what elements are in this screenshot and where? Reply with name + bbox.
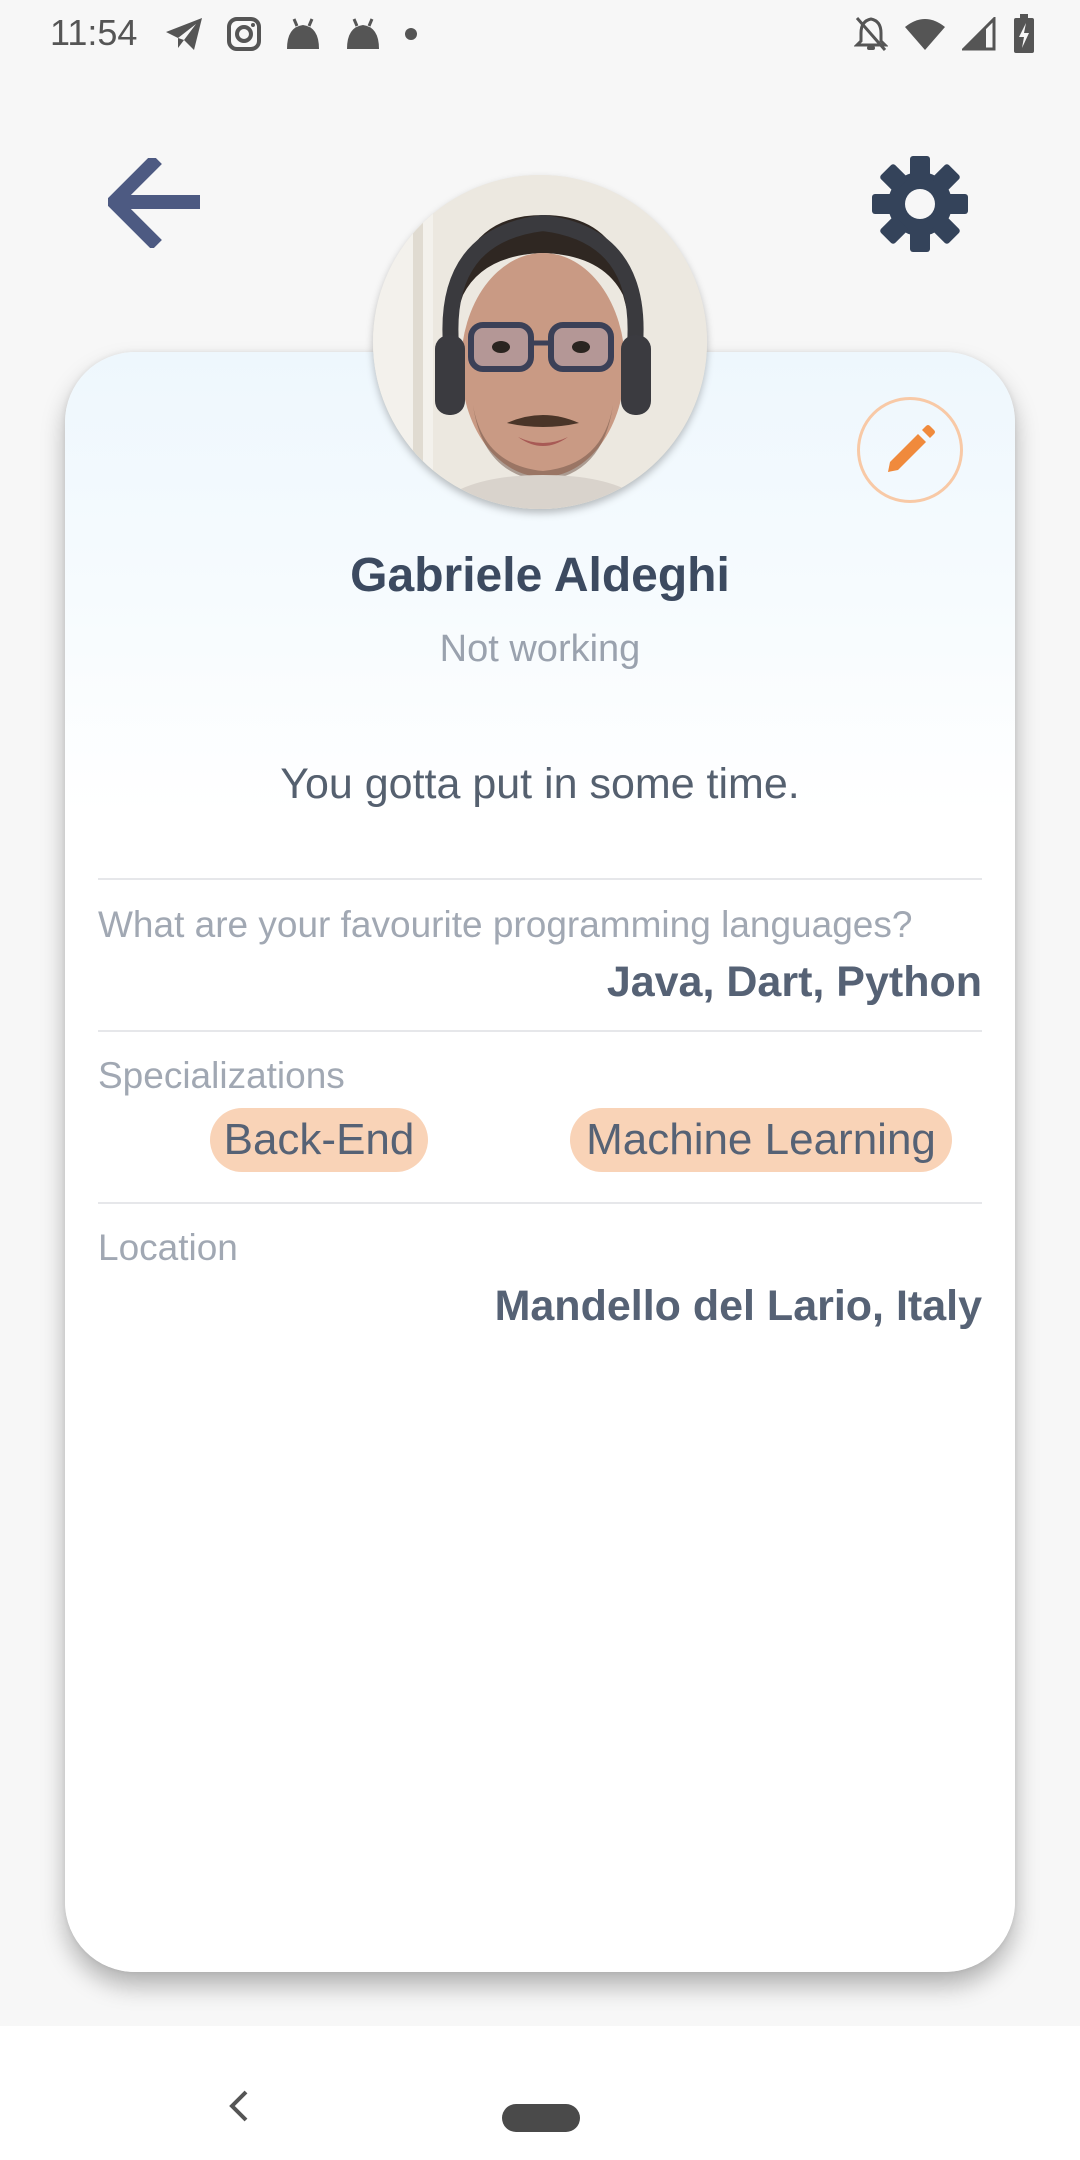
specialization-chip[interactable]: Machine Learning bbox=[570, 1108, 952, 1172]
edit-profile-button[interactable] bbox=[857, 397, 963, 503]
instagram-icon bbox=[227, 17, 261, 51]
location-label: Location bbox=[98, 1227, 238, 1268]
gear-icon bbox=[872, 156, 968, 252]
wifi-icon bbox=[905, 19, 945, 50]
location-value: Mandello del Lario, Italy bbox=[494, 1282, 982, 1330]
dot-icon bbox=[405, 28, 417, 40]
battery-charging-icon bbox=[1014, 14, 1034, 53]
notifications-off-icon bbox=[854, 17, 888, 51]
notification-icons bbox=[164, 14, 418, 54]
nav-home-button[interactable] bbox=[502, 2104, 580, 2132]
system-icons bbox=[854, 14, 1036, 54]
navigation-bar bbox=[0, 2026, 1080, 2160]
arrow-left-icon bbox=[104, 154, 200, 250]
status-bar: 11:54 bbox=[0, 0, 1080, 66]
pencil-icon bbox=[888, 425, 935, 472]
android-icon bbox=[347, 18, 379, 49]
divider bbox=[98, 1202, 982, 1204]
status-time: 11:54 bbox=[50, 12, 138, 53]
profile-bio: You gotta put in some time. bbox=[280, 760, 800, 808]
chevron-left-icon bbox=[229, 2090, 248, 2122]
android-icon bbox=[287, 18, 319, 49]
profile-photo bbox=[373, 175, 707, 509]
back-button[interactable] bbox=[104, 154, 204, 250]
settings-button[interactable] bbox=[872, 156, 968, 252]
telegram-icon bbox=[166, 18, 202, 50]
specialization-chip[interactable]: Back-End bbox=[210, 1108, 428, 1172]
specializations-label: Specializations bbox=[98, 1055, 345, 1096]
languages-value: Java, Dart, Python bbox=[606, 958, 982, 1006]
nav-back-button[interactable] bbox=[224, 2086, 254, 2131]
divider bbox=[98, 1030, 982, 1032]
languages-label: What are your favourite programming lang… bbox=[98, 904, 913, 945]
cellular-icon bbox=[962, 17, 996, 51]
profile-name: Gabriele Aldeghi bbox=[350, 549, 730, 602]
avatar bbox=[373, 175, 707, 509]
divider bbox=[98, 878, 982, 880]
job-status: Not working bbox=[439, 628, 641, 670]
